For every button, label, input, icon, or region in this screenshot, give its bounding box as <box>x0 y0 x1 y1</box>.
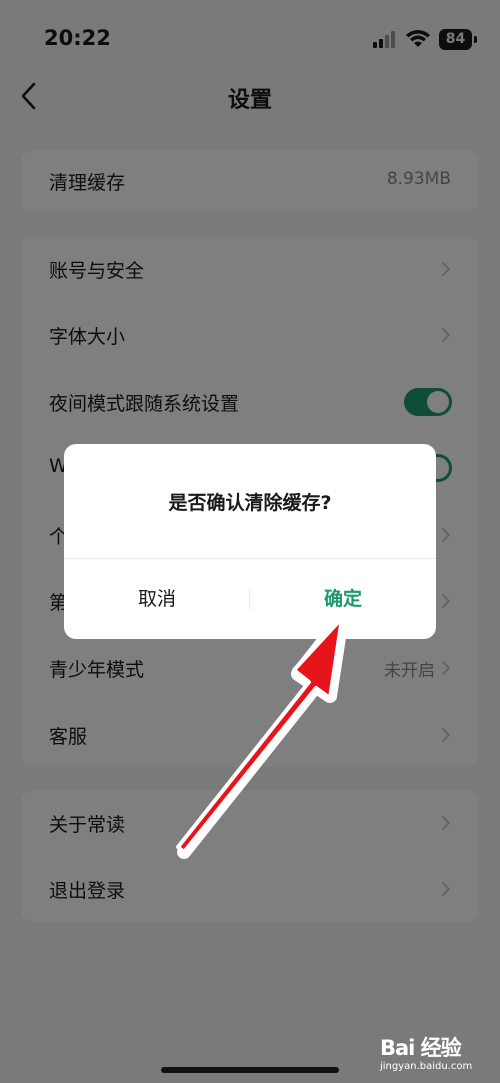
baidu-jingyan-watermark: Bai 经验 jingyan.baidu.com <box>380 1028 492 1078</box>
home-indicator <box>161 1067 339 1073</box>
arrow-annotation <box>176 611 349 859</box>
watermark-logo: Bai 经验 <box>380 1036 462 1060</box>
watermark-url: jingyan.baidu.com <box>380 1061 473 1072</box>
dialog-message: 是否确认清除缓存? <box>168 492 332 514</box>
